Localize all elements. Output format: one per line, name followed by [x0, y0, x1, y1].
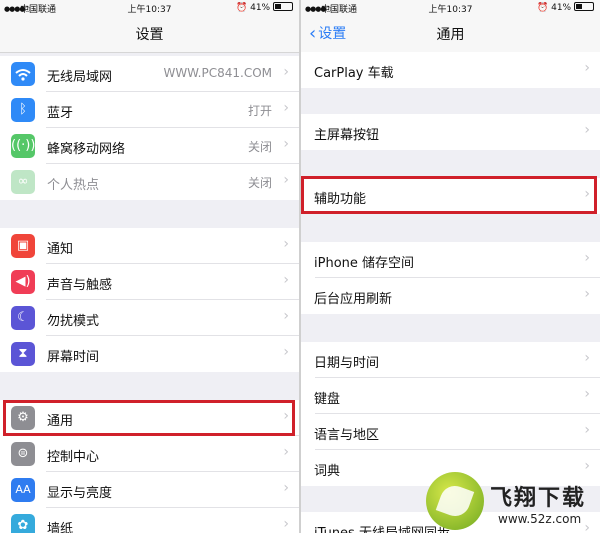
row-label: 屏幕时间: [47, 350, 100, 365]
row-label: CarPlay 车载: [314, 66, 394, 81]
section-gap: [301, 314, 600, 342]
row-label: 声音与触感: [47, 278, 113, 293]
general-row-storage[interactable]: iPhone 储存空间 ›: [301, 242, 600, 278]
settings-row-cellular[interactable]: ((·)) 蜂窝移动网络 关闭 ›: [0, 128, 299, 164]
chevron-right-icon: ›: [584, 422, 590, 438]
watermark-url: www.52z.com: [498, 512, 582, 526]
status-icons: ⏰ 41%: [537, 2, 594, 13]
general-row-language[interactable]: 语言与地区 ›: [301, 414, 600, 450]
leaf-logo-icon: [426, 472, 484, 530]
row-label: 无线局域网: [47, 70, 113, 85]
row-label: iPhone 储存空间: [314, 256, 415, 271]
row-value: 打开: [247, 104, 272, 118]
row-value: 关闭: [247, 140, 272, 154]
alarm-icon: ⏰: [236, 3, 248, 13]
chevron-right-icon: ›: [584, 250, 590, 266]
watermark-brand: 飞翔下载: [490, 486, 587, 511]
watermark: 飞翔下载 www.52z.com: [426, 468, 600, 533]
status-bar: ●●●●○ 中国联通 上午10:37 ⏰ 41%: [0, 0, 299, 16]
section-gap: [0, 200, 299, 228]
row-label: 显示与亮度: [47, 486, 113, 501]
chevron-right-icon: ›: [283, 444, 289, 460]
row-label: 个人热点: [47, 178, 100, 193]
chevron-right-icon: ›: [584, 122, 590, 138]
chevron-right-icon: ›: [283, 344, 289, 360]
chevron-right-icon: ›: [283, 100, 289, 116]
chevron-right-icon: ›: [283, 516, 289, 532]
toggle-icon: ⊜: [11, 442, 35, 466]
row-label: 墙纸: [47, 522, 74, 533]
general-row-home-button[interactable]: 主屏幕按钮 ›: [301, 114, 600, 150]
flower-icon: ✿: [11, 514, 35, 533]
chevron-right-icon: ›: [283, 136, 289, 152]
hourglass-icon: ⧗: [11, 342, 35, 366]
settings-row-screentime[interactable]: ⧗ 屏幕时间 ›: [0, 336, 299, 372]
row-label: 日期与时间: [314, 356, 380, 371]
chevron-right-icon: ›: [283, 308, 289, 324]
page-title: 通用: [436, 27, 465, 43]
row-value: WWW.PC841.COM: [163, 66, 272, 80]
chevron-right-icon: ›: [283, 236, 289, 252]
battery-percent: 41%: [250, 3, 271, 13]
settings-panel: ●●●●○ 中国联通 上午10:37 ⏰ 41% 设置 无线局域网 WWW.PC…: [0, 0, 299, 533]
row-label: 语言与地区: [314, 428, 380, 443]
chevron-right-icon: ›: [283, 480, 289, 496]
settings-row-dnd[interactable]: ☾ 勿扰模式 ›: [0, 300, 299, 336]
section-gap: [301, 214, 600, 242]
chevron-right-icon: ›: [283, 64, 289, 80]
row-label: 控制中心: [47, 450, 100, 465]
settings-row-notifications[interactable]: ▣ 通知 ›: [0, 228, 299, 264]
section-gap: [301, 150, 600, 178]
general-row-date-time[interactable]: 日期与时间 ›: [301, 342, 600, 378]
general-panel: ●●●●○ 中国联通 上午10:37 ⏰ 41% ‹ 设置 通用 CarPlay …: [301, 0, 600, 533]
section-gap: [301, 88, 600, 114]
chevron-right-icon: ›: [584, 60, 590, 76]
status-bar: ●●●●○ 中国联通 上午10:37 ⏰ 41%: [301, 0, 600, 16]
moon-icon: ☾: [11, 306, 35, 330]
chevron-right-icon: ›: [584, 386, 590, 402]
section-gap: [0, 372, 299, 400]
row-label: 后台应用刷新: [314, 292, 393, 307]
status-icons: ⏰ 41%: [236, 2, 293, 13]
settings-row-control-center[interactable]: ⊜ 控制中心 ›: [0, 436, 299, 472]
text-size-icon: AA: [11, 478, 35, 502]
settings-row-display[interactable]: AA 显示与亮度 ›: [0, 472, 299, 508]
nav-bar: ‹ 设置 通用: [301, 16, 600, 53]
wifi-icon: [11, 62, 35, 86]
nav-bar: 设置: [0, 16, 299, 53]
row-label: 键盘: [314, 392, 341, 407]
chevron-right-icon: ›: [584, 350, 590, 366]
page-title: 设置: [135, 27, 164, 43]
chevron-right-icon: ›: [584, 286, 590, 302]
row-label: 通知: [47, 242, 74, 257]
chevron-right-icon: ›: [283, 272, 289, 288]
battery-icon: [273, 2, 293, 11]
battery-icon: [574, 2, 594, 11]
highlight-box-accessibility: [301, 176, 597, 214]
speaker-icon: ◀): [11, 270, 35, 294]
general-row-background-refresh[interactable]: 后台应用刷新 ›: [301, 278, 600, 314]
settings-row-bluetooth[interactable]: ᛒ 蓝牙 打开 ›: [0, 92, 299, 128]
row-label: 蜂窝移动网络: [47, 142, 126, 157]
highlight-box-general: [3, 400, 295, 436]
row-label: 勿扰模式: [47, 314, 100, 329]
general-row-carplay[interactable]: CarPlay 车载 ›: [301, 52, 600, 88]
settings-row-wallpaper[interactable]: ✿ 墙纸 ›: [0, 508, 299, 533]
row-label: 主屏幕按钮: [314, 128, 380, 143]
bell-icon: ▣: [11, 234, 35, 258]
row-label: 蓝牙: [47, 106, 74, 121]
bluetooth-icon: ᛒ: [11, 98, 35, 122]
chevron-right-icon: ›: [283, 172, 289, 188]
general-row-keyboard[interactable]: 键盘 ›: [301, 378, 600, 414]
settings-row-hotspot[interactable]: ∞ 个人热点 关闭 ›: [0, 164, 299, 200]
row-value: 关闭: [247, 176, 272, 190]
antenna-icon: ((·)): [11, 134, 35, 158]
link-icon: ∞: [11, 170, 35, 194]
settings-row-wifi[interactable]: 无线局域网 WWW.PC841.COM ›: [0, 56, 299, 92]
battery-percent: 41%: [551, 3, 572, 13]
alarm-icon: ⏰: [537, 3, 549, 13]
row-label: 词典: [314, 464, 341, 479]
settings-row-sounds[interactable]: ◀) 声音与触感 ›: [0, 264, 299, 300]
